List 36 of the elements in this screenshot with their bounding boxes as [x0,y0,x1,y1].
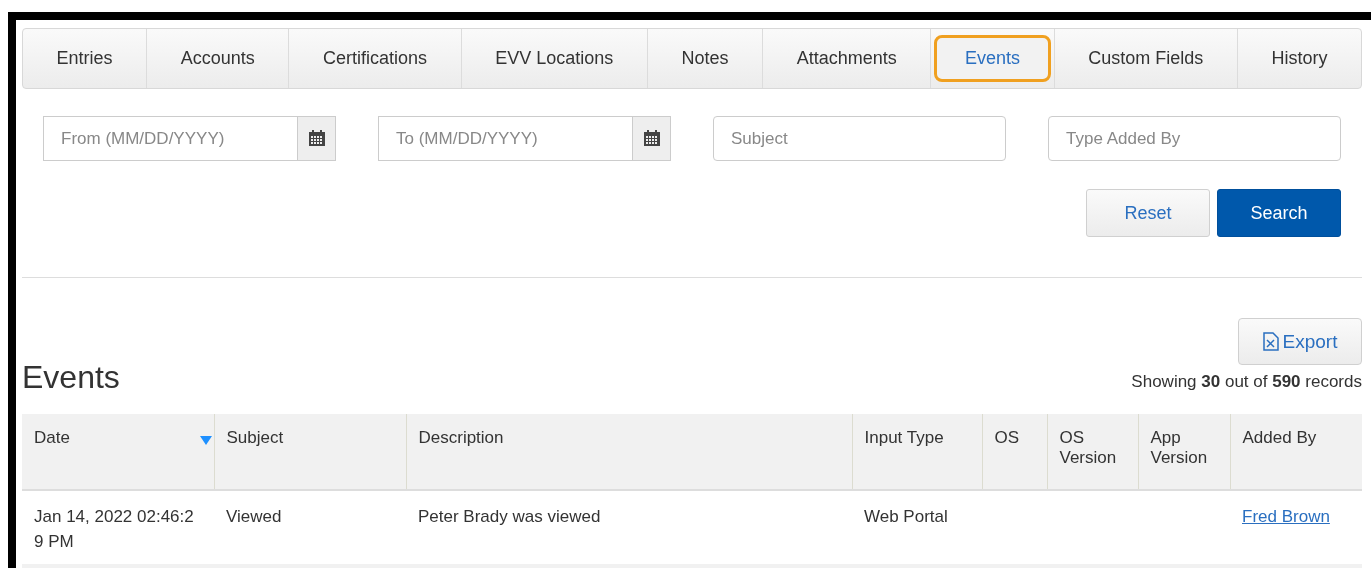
table-cell: Web Portal [864,507,948,526]
section-title: Events [22,359,120,396]
column-header[interactable]: Subject [214,414,406,490]
tab[interactable]: Custom Fields [1057,35,1235,82]
input-field[interactable]: Type Added By [1048,116,1341,161]
calendar-button[interactable] [633,116,671,161]
date-field[interactable]: From (MM/DD/YYYY) [43,116,298,161]
export-button[interactable]: Export [1238,318,1362,365]
calendar-icon [307,130,326,147]
column-header[interactable]: Description [406,414,852,490]
tab[interactable]: Attachments [765,35,928,82]
reset-button[interactable]: Reset [1086,189,1210,237]
table-cell: Viewed [226,507,282,526]
tab[interactable]: History [1240,35,1359,82]
tab[interactable]: Accounts [149,35,286,82]
column-header[interactable]: OS [982,414,1047,490]
date-field[interactable]: To (MM/DD/YYYY) [378,116,633,161]
calendar-icon [642,130,661,147]
column-header[interactable]: Input Type [852,414,982,490]
tab[interactable]: Notes [650,35,760,82]
tab[interactable]: EVV Locations [464,35,645,82]
tab[interactable]: Entries [25,35,144,82]
column-header[interactable]: OS Version [1047,414,1138,490]
user-link[interactable]: Fred Brown [1242,507,1330,526]
record-count: Showing 30 out of 590 records [1131,372,1362,392]
column-header[interactable]: App Version [1138,414,1230,490]
table-cell: Peter Brady was viewed [418,507,601,526]
spreadsheet-file-icon [1262,332,1279,351]
tab[interactable]: Events [934,35,1052,82]
column-header[interactable]: Date [22,414,214,490]
input-field[interactable]: Subject [713,116,1006,161]
search-button[interactable]: Search [1217,189,1341,237]
column-header[interactable]: Added By [1230,414,1362,490]
calendar-button[interactable] [298,116,336,161]
table-cell: Jan 14, 2022 02:46:29 PM [34,507,194,551]
tab[interactable]: Certifications [292,35,459,82]
